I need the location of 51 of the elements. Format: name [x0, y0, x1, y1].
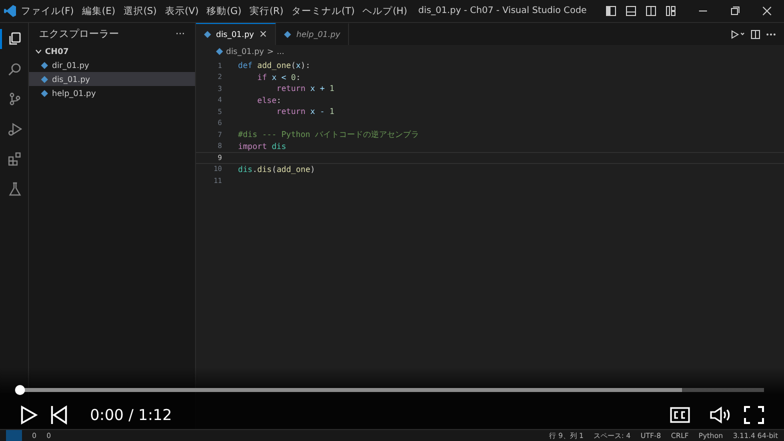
- menu-item[interactable]: 移動(G): [204, 4, 244, 18]
- restore-icon[interactable]: [730, 6, 740, 16]
- menu-item[interactable]: 選択(S): [120, 4, 160, 18]
- folder-name[interactable]: CH07: [45, 47, 69, 56]
- menu-item[interactable]: 実行(R): [246, 4, 286, 18]
- more-actions[interactable]: ···: [175, 28, 185, 40]
- menu-item[interactable]: ターミナル(T): [288, 4, 358, 18]
- code-line: #dis --- Python バイトコードの逆アセンブラ: [238, 129, 420, 140]
- split-editor-icon[interactable]: [751, 30, 760, 38]
- breadcrumb-separator: >: [267, 47, 274, 56]
- skip-back-button[interactable]: [50, 405, 68, 425]
- file-item[interactable]: dis_01.py: [29, 72, 195, 86]
- code-line: dis.dis(add_one): [238, 164, 316, 174]
- python-file-icon: [284, 31, 292, 38]
- branch-icon: [8, 92, 22, 106]
- editor-tab[interactable]: dis_01.py ×: [196, 23, 276, 45]
- search-icon: [8, 62, 22, 76]
- code-line: if x < 0:: [256, 72, 301, 82]
- run-icon[interactable]: [731, 30, 745, 38]
- chevron-icon: [35, 49, 42, 54]
- breadcrumb-symbol[interactable]: ...: [276, 47, 284, 56]
- run-debug-icon: [8, 122, 22, 136]
- code-line: import dis: [238, 142, 286, 151]
- file-item[interactable]: help_01.py: [29, 86, 195, 100]
- captions-button[interactable]: [670, 407, 690, 423]
- more-icon[interactable]: [766, 32, 776, 36]
- play-button[interactable]: [20, 405, 38, 425]
- code-line: else:: [256, 96, 282, 105]
- tab-close-button[interactable]: ×: [259, 29, 268, 40]
- code-line: def add_one(x):: [238, 61, 310, 70]
- file-item[interactable]: dir_01.py: [29, 58, 195, 72]
- app-logo-icon: [4, 5, 16, 17]
- window-title: dis_01.py - Ch07 - Visual Studio Code: [418, 6, 587, 16]
- files-icon: [8, 32, 22, 46]
- python-file-icon: [216, 48, 223, 55]
- flask-icon: [8, 182, 22, 196]
- menu-item[interactable]: ファイル(F): [18, 4, 77, 18]
- fullscreen-button[interactable]: [744, 406, 764, 424]
- breadcrumb-file[interactable]: dis_01.py: [226, 47, 264, 56]
- time-display: 0:00 / 1:12: [90, 406, 172, 424]
- code-line: return x + 1: [276, 84, 334, 94]
- volume-button[interactable]: [710, 406, 732, 424]
- close-icon[interactable]: [762, 6, 772, 16]
- code-line: return x - 1: [276, 107, 334, 116]
- extensions-icon: [8, 152, 22, 166]
- python-file-icon: [204, 31, 211, 38]
- menu-item[interactable]: ヘルプ(H): [360, 4, 410, 18]
- layout-icons-drawing[interactable]: [606, 6, 676, 16]
- sidebar-title: エクスプローラー: [39, 28, 119, 41]
- menu-item[interactable]: 編集(E): [78, 4, 118, 18]
- menu-item[interactable]: 表示(V): [162, 4, 202, 18]
